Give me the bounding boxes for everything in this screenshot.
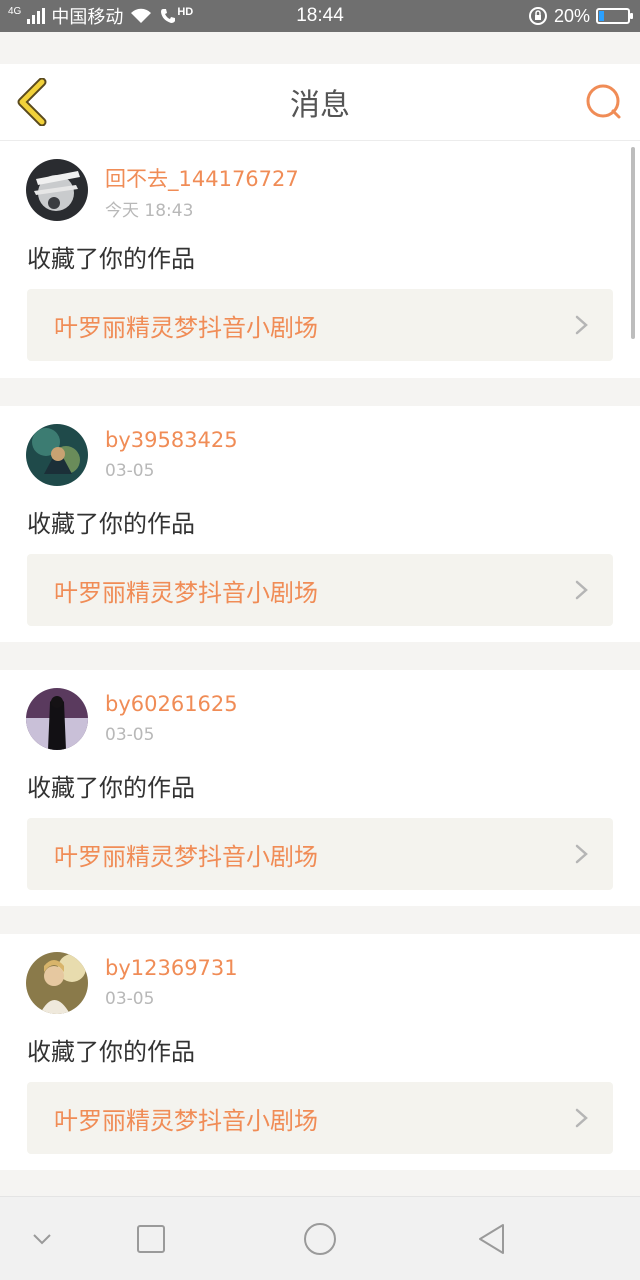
work-link[interactable]: 叶罗丽精灵梦抖音小剧场	[27, 289, 613, 361]
message-card: by39583425 03-05 收藏了你的作品 叶罗丽精灵梦抖音小剧场	[0, 406, 640, 642]
scrollbar[interactable]	[631, 147, 635, 339]
chevron-right-icon	[575, 1108, 588, 1128]
action-text: 收藏了你的作品	[27, 510, 195, 538]
message-card: by12369731 03-05 收藏了你的作品 叶罗丽精灵梦抖音小剧场	[0, 934, 640, 1170]
user-name[interactable]: 回不去_144176727	[105, 163, 299, 193]
message-time: 03-05	[105, 989, 155, 1009]
status-bar: 4G 中国移动 HD 18:44 20%	[0, 0, 640, 32]
user-name[interactable]: by39583425	[105, 428, 238, 452]
user-name[interactable]: by60261625	[105, 692, 238, 716]
rotation-lock-icon	[528, 7, 547, 25]
status-right: 20%	[528, 0, 633, 32]
header-bar: 消息	[0, 64, 640, 141]
action-text: 收藏了你的作品	[27, 245, 195, 273]
square-icon	[137, 1225, 165, 1253]
action-text: 收藏了你的作品	[27, 774, 195, 802]
search-button[interactable]	[582, 80, 626, 124]
avatar[interactable]	[26, 159, 88, 221]
message-time: 今天 18:43	[105, 201, 194, 221]
action-text: 收藏了你的作品	[27, 1038, 195, 1066]
user-name[interactable]: by12369731	[105, 956, 238, 980]
message-card: by60261625 03-05 收藏了你的作品 叶罗丽精灵梦抖音小剧场	[0, 670, 640, 906]
battery-percent: 20%	[553, 5, 590, 26]
chevron-down-icon	[33, 1234, 51, 1245]
nav-home-button[interactable]	[298, 1217, 342, 1261]
chevron-right-icon	[575, 580, 588, 600]
work-title: 叶罗丽精灵梦抖音小剧场	[54, 313, 318, 342]
message-time: 03-05	[105, 461, 155, 481]
work-link[interactable]: 叶罗丽精灵梦抖音小剧场	[27, 818, 613, 890]
work-link[interactable]: 叶罗丽精灵梦抖音小剧场	[27, 554, 613, 626]
work-title: 叶罗丽精灵梦抖音小剧场	[54, 578, 318, 607]
chevron-right-icon	[575, 315, 588, 335]
triangle-back-icon	[479, 1224, 504, 1254]
nav-recents-button[interactable]	[129, 1217, 173, 1261]
nav-back-button[interactable]	[470, 1217, 514, 1261]
battery-icon	[596, 8, 633, 24]
work-title: 叶罗丽精灵梦抖音小剧场	[54, 842, 318, 871]
avatar[interactable]	[26, 424, 88, 486]
search-icon	[586, 84, 621, 119]
page: 4G 中国移动 HD 18:44 20% 消息 回不去_144176727 今天…	[0, 0, 640, 1280]
chevron-right-icon	[575, 844, 588, 864]
system-nav-bar	[0, 1196, 640, 1280]
message-card: 回不去_144176727 今天 18:43 收藏了你的作品 叶罗丽精灵梦抖音小…	[0, 141, 640, 378]
page-title: 消息	[290, 88, 350, 123]
message-list: 回不去_144176727 今天 18:43 收藏了你的作品 叶罗丽精灵梦抖音小…	[0, 141, 640, 1208]
nav-collapse-button[interactable]	[20, 1217, 64, 1261]
avatar[interactable]	[26, 688, 88, 750]
work-title: 叶罗丽精灵梦抖音小剧场	[54, 1106, 318, 1135]
circle-icon	[304, 1223, 336, 1255]
work-link[interactable]: 叶罗丽精灵梦抖音小剧场	[27, 1082, 613, 1154]
message-time: 03-05	[105, 725, 155, 745]
avatar[interactable]	[26, 952, 88, 1014]
